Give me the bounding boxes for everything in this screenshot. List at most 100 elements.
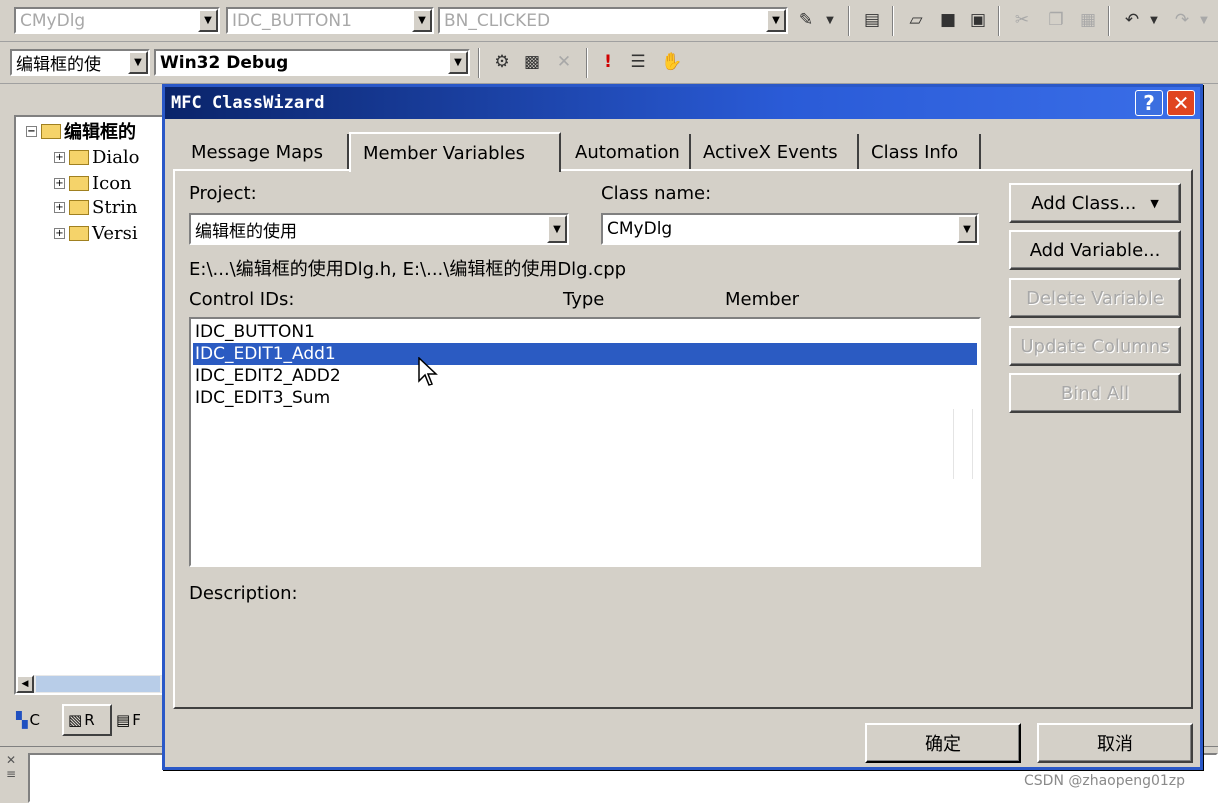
expand-icon[interactable]: + (54, 201, 65, 213)
message-combo[interactable]: BN_CLICKED ▼ (438, 7, 788, 34)
member-variables-panel: Project: 编辑框的使用 ▼ Class name: CMyDlg ▼ E… (173, 169, 1193, 709)
update-columns-label: Update Columns (1020, 335, 1170, 357)
control-ids-list[interactable]: IDC_BUTTON1 IDC_EDIT1_Add1 IDC_EDIT2_ADD… (189, 317, 981, 567)
chevron-down-icon[interactable]: ▼ (412, 9, 432, 32)
list-item[interactable]: IDC_BUTTON1 (193, 321, 977, 343)
list-column-divider (953, 409, 973, 479)
tree-item[interactable]: + Dialo (54, 145, 140, 169)
toolbar-separator (998, 6, 1000, 36)
tree-root[interactable]: − 编辑框的 (26, 119, 136, 143)
tree-horizontal-scrollbar[interactable]: ◀ (16, 675, 162, 693)
open-folder-icon[interactable]: ▱ (904, 8, 928, 32)
cut-icon[interactable]: ✂ (1010, 8, 1034, 32)
save-icon[interactable]: ■ (936, 8, 960, 32)
class-view-icon: ▚ (16, 711, 28, 729)
chevron-down-icon[interactable]: ▼ (957, 215, 977, 243)
chevron-down-icon[interactable]: ▼ (1142, 8, 1166, 32)
chevron-down-icon[interactable]: ▼ (128, 51, 148, 74)
scroll-left-icon[interactable]: ◀ (16, 675, 34, 693)
expand-icon[interactable]: + (54, 227, 65, 239)
add-class-button[interactable]: Add Class... ▼ (1009, 183, 1181, 223)
project-config-combo[interactable]: 编辑框的使 ▼ (10, 49, 150, 76)
chevron-down-icon[interactable]: ▼ (198, 9, 218, 32)
paste-icon[interactable]: ▦ (1076, 8, 1100, 32)
toolbar-separator (478, 48, 480, 78)
list-item[interactable]: IDC_EDIT2_ADD2 (193, 365, 977, 387)
stop-build-icon[interactable]: ✕ (552, 50, 576, 74)
tab-label: Member Variables (363, 142, 526, 164)
chevron-down-icon[interactable]: ▼ (547, 215, 567, 243)
delete-variable-button[interactable]: Delete Variable (1009, 278, 1181, 318)
collapse-icon[interactable]: − (26, 125, 37, 137)
scroll-thumb[interactable] (36, 676, 160, 692)
project-label-text: Project: (189, 183, 257, 204)
tree-item[interactable]: + Versi (54, 221, 138, 245)
chevron-down-icon: ▼ (1150, 196, 1159, 210)
id-combo[interactable]: IDC_BUTTON1 ▼ (226, 7, 434, 34)
save-all-icon[interactable]: ▣ (966, 8, 990, 32)
dialog-title: MFC ClassWizard (171, 93, 325, 113)
tab-member-variables[interactable]: Member Variables (349, 132, 561, 172)
tree-item[interactable]: + Strin (54, 195, 138, 219)
output-close-icon[interactable]: ✕ ≡ (6, 753, 22, 797)
mouse-cursor-icon (418, 357, 438, 386)
new-text-file-icon[interactable]: ▤ (860, 8, 884, 32)
chevron-down-icon[interactable]: ▼ (766, 9, 786, 32)
bind-all-button[interactable]: Bind All (1009, 373, 1181, 413)
build-config-text: Win32 Debug (160, 52, 289, 73)
wizard-wand-icon[interactable]: ✎ (794, 8, 818, 32)
chevron-down-icon[interactable]: ▼ (818, 8, 842, 32)
classname-select[interactable]: CMyDlg ▼ (601, 213, 979, 245)
classname-select-value: CMyDlg (607, 219, 673, 239)
folder-icon (69, 225, 89, 241)
tab-classview[interactable]: ▚ C (16, 706, 60, 734)
bind-all-label: Bind All (1060, 382, 1130, 404)
tree-item-label: Strin (92, 196, 138, 218)
add-variable-button[interactable]: Add Variable... (1009, 230, 1181, 270)
copy-icon[interactable]: ❐ (1044, 8, 1068, 32)
execute-icon[interactable]: ! (596, 50, 620, 74)
update-columns-button[interactable]: Update Columns (1009, 326, 1181, 366)
project-config-text: 编辑框的使 (16, 55, 101, 75)
add-variable-label: Add Variable... (1029, 239, 1161, 261)
tab-automation[interactable]: Automation (563, 134, 691, 170)
close-icon: ✕ (1172, 91, 1190, 115)
column-member: Member (725, 289, 800, 310)
list-item-selected[interactable]: IDC_EDIT1_Add1 (193, 343, 977, 365)
cancel-button[interactable]: 取消 (1037, 723, 1193, 763)
tab-resourceview[interactable]: ▧ R (62, 704, 112, 736)
expand-icon[interactable]: + (54, 177, 65, 189)
tab-fileview[interactable]: ▤ F (116, 706, 160, 734)
class-combo-text: CMyDlg (20, 10, 86, 31)
tab-message-maps[interactable]: Message Maps (179, 134, 349, 170)
ok-label: 确定 (925, 734, 961, 755)
expand-icon[interactable]: + (54, 151, 65, 163)
tab-activex-events[interactable]: ActiveX Events (691, 134, 859, 170)
help-button[interactable]: ? (1135, 90, 1163, 116)
list-item[interactable]: IDC_EDIT3_Sum (193, 387, 977, 409)
build-config-combo[interactable]: Win32 Debug ▼ (154, 49, 470, 76)
project-select[interactable]: 编辑框的使用 ▼ (189, 213, 569, 245)
chevron-down-icon[interactable]: ▼ (448, 51, 468, 74)
close-button[interactable]: ✕ (1167, 90, 1195, 116)
ide-toolbar-wizard: CMyDlg ▼ IDC_BUTTON1 ▼ BN_CLICKED ▼ ✎ ▼ … (0, 0, 1218, 42)
folder-icon (69, 149, 89, 165)
dialog-titlebar[interactable]: MFC ClassWizard ? ✕ (165, 87, 1200, 119)
ok-button[interactable]: 确定 (865, 723, 1021, 763)
watermark: CSDN @zhaopeng01zp (1024, 773, 1186, 789)
chevron-down-icon[interactable]: ▼ (1192, 8, 1216, 32)
build-icon[interactable]: ▩ (520, 50, 544, 74)
redo-icon[interactable]: ↷ (1170, 8, 1194, 32)
tab-label: ActiveX Events (703, 141, 838, 163)
compile-icon[interactable]: ⚙ (490, 50, 514, 74)
tab-class-info[interactable]: Class Info (859, 134, 981, 170)
resource-view-icon: ▧ (68, 711, 83, 729)
undo-icon[interactable]: ↶ (1120, 8, 1144, 32)
description-label: Description: (189, 583, 298, 604)
go-debug-icon[interactable]: ☰ (626, 50, 650, 74)
tab-resourceview-label: R (84, 711, 95, 729)
tree-item[interactable]: + Icon (54, 171, 132, 195)
tree-item-label: Versi (92, 222, 138, 244)
class-combo[interactable]: CMyDlg ▼ (14, 7, 220, 34)
breakpoint-hand-icon[interactable]: ✋ (660, 50, 684, 74)
